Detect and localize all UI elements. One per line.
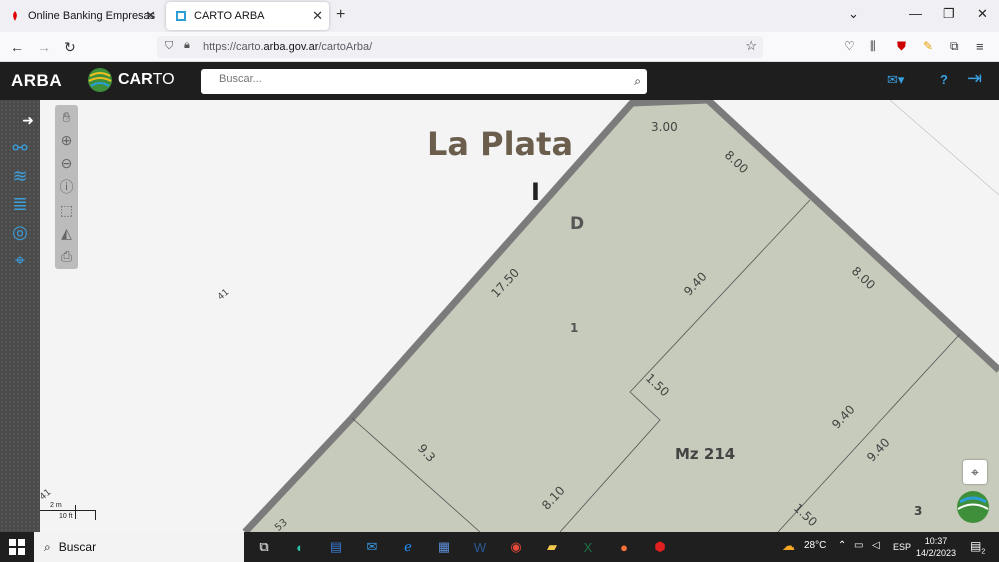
close-tab-icon[interactable]: ✕ — [312, 8, 323, 24]
fingerprint-icon[interactable]: ◎ — [7, 220, 33, 244]
mail-icon[interactable]: ✉ — [362, 537, 382, 557]
internet-explorer-icon[interactable]: ℯ — [398, 537, 418, 557]
santander-flame-icon — [8, 9, 22, 23]
binoculars-icon[interactable]: ⚯ — [7, 136, 33, 160]
close-tab-icon[interactable]: ✕ — [145, 8, 156, 24]
extension-icon[interactable]: ✎ — [923, 39, 933, 53]
minimize-button[interactable]: — — [909, 6, 922, 21]
clock[interactable]: 10:37 14/2/2023 — [916, 535, 956, 559]
reload-icon[interactable]: ↻ — [64, 39, 76, 56]
pan-hand-icon[interactable]: ✋︎ — [57, 108, 76, 127]
library-icon[interactable]: ⫼ — [870, 39, 876, 54]
url-text: https://carto.arba.gov.ar/cartoArba/ — [203, 41, 373, 53]
manzana-label: Mz 214 — [675, 445, 736, 463]
city-label: La Plata — [427, 125, 574, 163]
search-box[interactable]: ⌕ — [201, 69, 647, 94]
info-icon[interactable]: ⓘ — [57, 177, 76, 196]
left-sidebar: ➜ ⚯ ≋ ≣ ◎ ⌖ — [0, 100, 40, 532]
windows-start-icon[interactable] — [9, 539, 25, 555]
back-arrow-icon[interactable]: ← — [10, 39, 24, 55]
geolocate-button[interactable]: ⌖ — [963, 460, 987, 484]
block-letter-i: I — [531, 178, 540, 206]
firefox-icon[interactable]: ● — [614, 537, 634, 557]
taskbar-search[interactable]: ⌕ Buscar — [34, 532, 244, 562]
new-tab-button[interactable]: + — [336, 6, 345, 24]
parcel-number: 3 — [914, 504, 923, 518]
layers-icon[interactable]: ≋ — [7, 164, 33, 188]
arba-logo[interactable]: ARBA — [11, 71, 62, 91]
weather-temp[interactable]: 28°C — [804, 540, 826, 551]
dimension-label: 3.00 — [651, 120, 678, 134]
carto-arba-icon — [174, 9, 188, 23]
notepad-icon[interactable]: ▤ — [326, 537, 346, 557]
weather-icon[interactable]: ☁ — [782, 538, 795, 554]
tab-online-banking[interactable]: Online Banking Empresas ✕ — [0, 2, 162, 30]
carto-logo[interactable]: CARTO — [86, 66, 175, 94]
chrome-icon[interactable]: ◉ — [506, 537, 526, 557]
block-letter-label: D — [570, 214, 585, 234]
lock-icon[interactable]: 🔒︎ — [184, 39, 190, 52]
chevron-down-icon[interactable]: ⌄ — [848, 6, 859, 22]
carto-globe-icon[interactable] — [955, 489, 991, 525]
search-icon[interactable]: ⌕ — [634, 74, 641, 89]
layers-stack-icon[interactable]: ≣ — [7, 192, 33, 216]
location-pin-icon[interactable]: ⌖ — [7, 248, 33, 272]
word-icon[interactable]: W — [470, 537, 490, 557]
tab-label: CARTO ARBA — [194, 10, 265, 22]
network-icon[interactable]: ▭ — [854, 540, 863, 551]
street-line — [889, 100, 999, 196]
app-shield-icon[interactable]: ⬢ — [650, 537, 670, 557]
app-header: ARBA CARTO ⌕ ✉▾ ? ⇥ — [0, 62, 999, 100]
scale-imperial: 10 ft — [59, 513, 73, 520]
carto-label: CARTO — [118, 71, 175, 88]
expand-arrow-icon[interactable]: ➜ — [20, 108, 36, 132]
help-icon[interactable]: ? — [940, 72, 948, 87]
pocket-icon[interactable]: ♡ — [844, 39, 855, 53]
print-icon[interactable]: ⎙ — [57, 247, 76, 266]
scale-metric: 2 m — [50, 502, 62, 509]
scale-bar: 2 m 10 ft — [40, 502, 100, 522]
address-bar[interactable]: ⛉ 🔒︎ https://carto.arba.gov.ar/cartoArba… — [157, 36, 763, 58]
map-canvas[interactable]: La Plata I D Mz 214 1 3 3.00 8.00 17.50 … — [40, 100, 999, 532]
notification-center-icon[interactable]: ▤2 — [970, 539, 985, 555]
logout-icon[interactable]: ⇥ — [967, 68, 982, 89]
shield-icon[interactable]: ⛉ — [165, 40, 173, 53]
tab-label: Online Banking Empresas — [28, 10, 156, 22]
zoom-extent-icon[interactable]: ⬚ — [57, 201, 76, 220]
browser-tab-bar: Online Banking Empresas ✕ CARTO ARBA ✕ +… — [0, 0, 999, 32]
measure-area-icon[interactable]: ◭ — [57, 224, 76, 243]
bookmark-star-icon[interactable]: ☆ — [745, 38, 757, 54]
zoom-in-icon[interactable]: ⊕ — [57, 131, 76, 150]
edge-icon[interactable]: ◐ — [290, 537, 310, 557]
language-indicator[interactable]: ESP — [893, 542, 911, 552]
search-icon: ⌕ — [44, 539, 51, 554]
forward-arrow-icon[interactable]: → — [37, 39, 51, 55]
excel-icon[interactable]: X — [578, 537, 598, 557]
browser-nav-bar: ← → ↻ ⛉ 🔒︎ https://carto.arba.gov.ar/car… — [0, 32, 999, 62]
zoom-out-icon[interactable]: ⊖ — [57, 154, 76, 173]
task-view-icon[interactable]: ⧉ — [254, 537, 274, 557]
taskbar-search-label: Buscar — [58, 540, 97, 554]
tray-chevron-icon[interactable]: ⌃ — [838, 540, 846, 551]
volume-icon[interactable]: ◁ — [872, 540, 880, 551]
map-toolbar: ✋︎ ⊕ ⊖ ⓘ ⬚ ◭ ⎙ — [55, 105, 78, 269]
ublock-icon[interactable]: ⛊ — [897, 39, 906, 54]
tab-carto-arba[interactable]: CARTO ARBA ✕ — [166, 2, 329, 30]
close-window-button[interactable]: ✕ — [977, 6, 988, 22]
parcel-block — [245, 100, 999, 532]
calculator-icon[interactable]: ▦ — [434, 537, 454, 557]
search-input[interactable] — [219, 73, 619, 85]
parcel-map — [242, 100, 999, 532]
windows-taskbar: ⌕ Buscar ⧉ ◐ ▤ ✉ ℯ ▦ W ◉ ▰ X ● ⬢ ☁ 28°C … — [0, 532, 999, 562]
file-explorer-icon[interactable]: ▰ — [542, 537, 562, 557]
clock-time: 10:37 — [924, 536, 948, 546]
mail-dropdown-icon[interactable]: ✉▾ — [887, 72, 904, 88]
carto-globe-icon — [88, 68, 112, 92]
parcel-number: 1 — [570, 321, 579, 335]
restore-button[interactable]: ❐ — [943, 6, 955, 22]
extensions-puzzle-icon[interactable]: ⧉ — [950, 39, 959, 54]
menu-hamburger-icon[interactable]: ≡ — [976, 39, 984, 54]
clock-date: 14/2/2023 — [916, 548, 957, 558]
